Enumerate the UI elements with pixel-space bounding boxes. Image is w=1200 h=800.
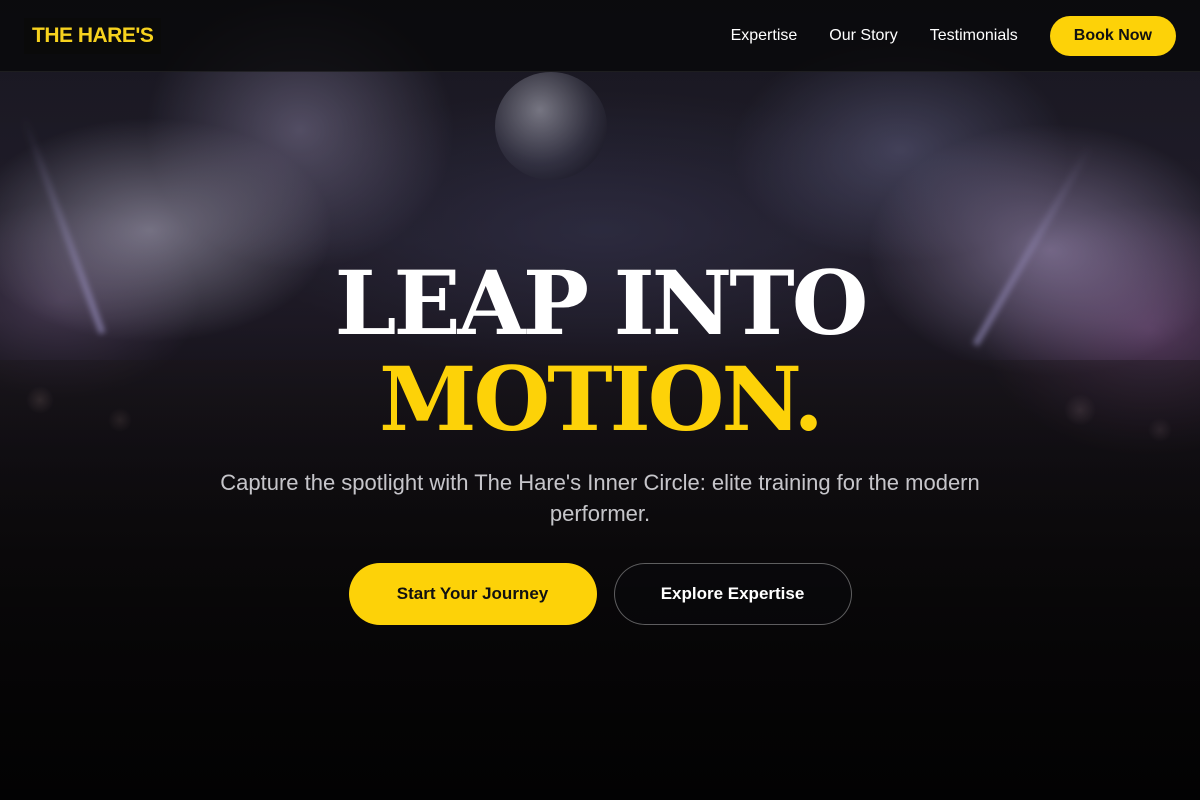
explore-expertise-button[interactable]: Explore Expertise	[613, 563, 852, 625]
hero-subtitle: Capture the spotlight with The Hare's In…	[220, 470, 980, 526]
hero-headline-line1: LEAP INTO	[334, 251, 869, 355]
main-nav: Expertise Our Story Testimonials Book No…	[731, 15, 1176, 56]
site-logo[interactable]: THE HARE'S	[24, 17, 162, 54]
book-now-button[interactable]: Book Now	[1049, 15, 1176, 56]
nav-link-testimonials[interactable]: Testimonials	[930, 27, 1018, 45]
start-journey-button[interactable]: Start Your Journey	[348, 563, 597, 625]
hero-headline-line2: MOTION.	[379, 347, 824, 451]
hero-section: LEAP INTO MOTION. Capture the spotlight …	[0, 255, 1200, 625]
nav-link-expertise[interactable]: Expertise	[731, 27, 798, 45]
hero-headline: LEAP INTO MOTION.	[0, 255, 1200, 447]
nav-link-our-story[interactable]: Our Story	[829, 27, 897, 45]
hero-cta-group: Start Your Journey Explore Expertise	[0, 563, 1200, 625]
site-header: THE HARE'S Expertise Our Story Testimoni…	[0, 0, 1200, 72]
